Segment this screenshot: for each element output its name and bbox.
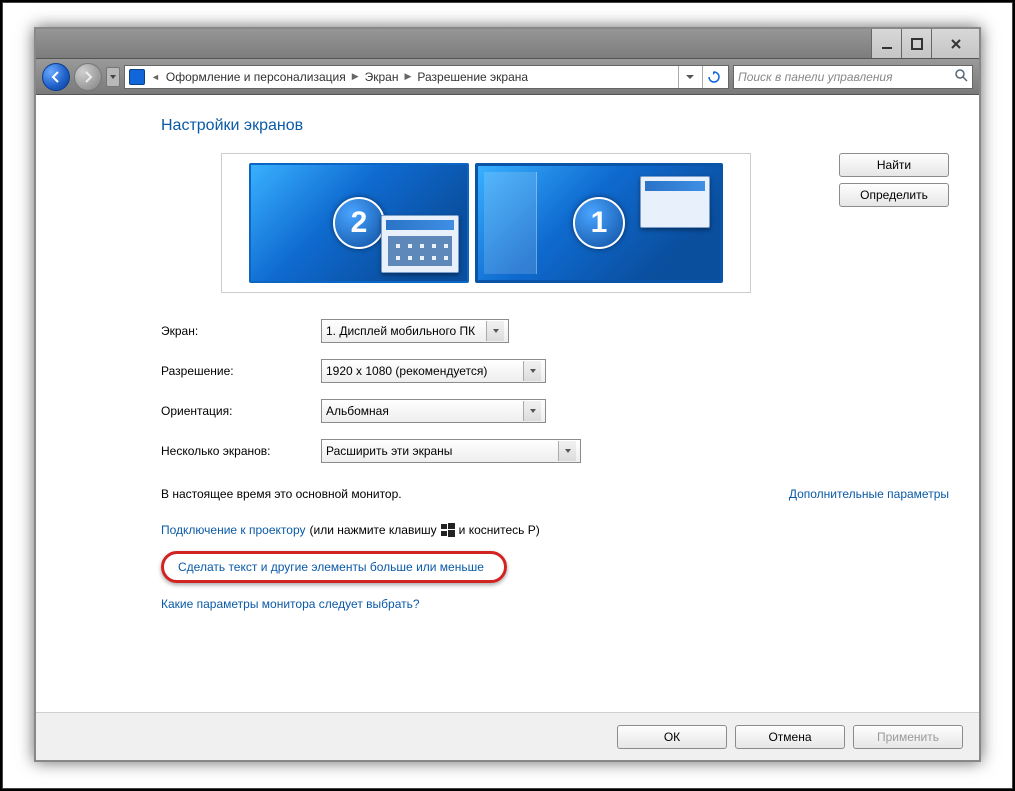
search-input[interactable]: Поиск в панели управления: [733, 65, 973, 89]
search-icon[interactable]: [954, 68, 968, 85]
back-button[interactable]: [42, 63, 70, 91]
projector-hint-pre: (или нажмите клавишу: [310, 523, 437, 537]
display-arrangement[interactable]: 2 1: [221, 153, 751, 293]
refresh-button[interactable]: [702, 66, 724, 88]
text-size-link[interactable]: Сделать текст и другие элементы больше и…: [178, 560, 484, 574]
preview-window-icon: [640, 176, 710, 228]
multiple-displays-select[interactable]: Расширить эти экраны: [321, 439, 581, 463]
control-panel-icon: [129, 69, 145, 85]
chevron-right-icon: ◄: [151, 72, 160, 82]
breadcrumb-item[interactable]: Оформление и персонализация: [166, 70, 346, 84]
chevron-down-icon: [523, 401, 541, 421]
which-settings-link[interactable]: Какие параметры монитора следует выбрать…: [161, 597, 420, 611]
ok-button[interactable]: ОК: [617, 725, 727, 749]
resolution-label: Разрешение:: [161, 364, 321, 378]
address-bar[interactable]: ◄ Оформление и персонализация ▶ Экран ▶ …: [124, 65, 729, 89]
chevron-down-icon: [486, 321, 504, 341]
window-frame: ◄ Оформление и персонализация ▶ Экран ▶ …: [34, 27, 981, 762]
apply-button[interactable]: Применить: [853, 725, 963, 749]
monitor-1[interactable]: 1: [475, 163, 723, 283]
chevron-right-icon: ▶: [352, 71, 359, 82]
display-value: 1. Дисплей мобильного ПК: [326, 324, 475, 338]
breadcrumb-item[interactable]: Экран: [365, 70, 399, 84]
content-area: Настройки экранов 2 1 Найти Определить: [36, 95, 979, 712]
display-label: Экран:: [161, 324, 321, 338]
multiple-label: Несколько экранов:: [161, 444, 321, 458]
resolution-value: 1920 x 1080 (рекомендуется): [326, 364, 487, 378]
identify-button[interactable]: Определить: [839, 183, 949, 207]
display-select[interactable]: 1. Дисплей мобильного ПК: [321, 319, 509, 343]
windows-key-icon: [441, 523, 455, 537]
orientation-label: Ориентация:: [161, 404, 321, 418]
address-dropdown[interactable]: [678, 66, 700, 88]
dialog-button-bar: ОК Отмена Применить: [36, 712, 979, 760]
close-button[interactable]: [931, 29, 979, 58]
advanced-settings-link[interactable]: Дополнительные параметры: [789, 487, 949, 501]
preview-window-icon: [381, 215, 459, 273]
chevron-down-icon: [558, 441, 576, 461]
settings-form: Экран: 1. Дисплей мобильного ПК Разрешен…: [161, 319, 949, 463]
forward-button[interactable]: [74, 63, 102, 91]
titlebar: [36, 29, 979, 59]
chevron-down-icon: [523, 361, 541, 381]
breadcrumb-item[interactable]: Разрешение экрана: [417, 70, 528, 84]
monitor-badge: 1: [573, 197, 625, 249]
minimize-button[interactable]: [871, 29, 901, 58]
navigation-bar: ◄ Оформление и персонализация ▶ Экран ▶ …: [36, 59, 979, 95]
projector-link[interactable]: Подключение к проектору: [161, 523, 306, 537]
resolution-select[interactable]: 1920 x 1080 (рекомендуется): [321, 359, 546, 383]
search-placeholder: Поиск в панели управления: [738, 70, 893, 84]
multiple-value: Расширить эти экраны: [326, 444, 452, 458]
detect-button[interactable]: Найти: [839, 153, 949, 177]
maximize-button[interactable]: [901, 29, 931, 58]
orientation-value: Альбомная: [326, 404, 389, 418]
chevron-right-icon: ▶: [404, 71, 411, 82]
projector-hint-post: и коснитесь P): [459, 523, 540, 537]
monitor-2[interactable]: 2: [249, 163, 469, 283]
page-title: Настройки экранов: [161, 117, 949, 135]
primary-monitor-note: В настоящее время это основной монитор.: [161, 487, 402, 501]
history-dropdown[interactable]: [106, 67, 120, 87]
orientation-select[interactable]: Альбомная: [321, 399, 546, 423]
cancel-button[interactable]: Отмена: [735, 725, 845, 749]
monitor-badge: 2: [333, 197, 385, 249]
